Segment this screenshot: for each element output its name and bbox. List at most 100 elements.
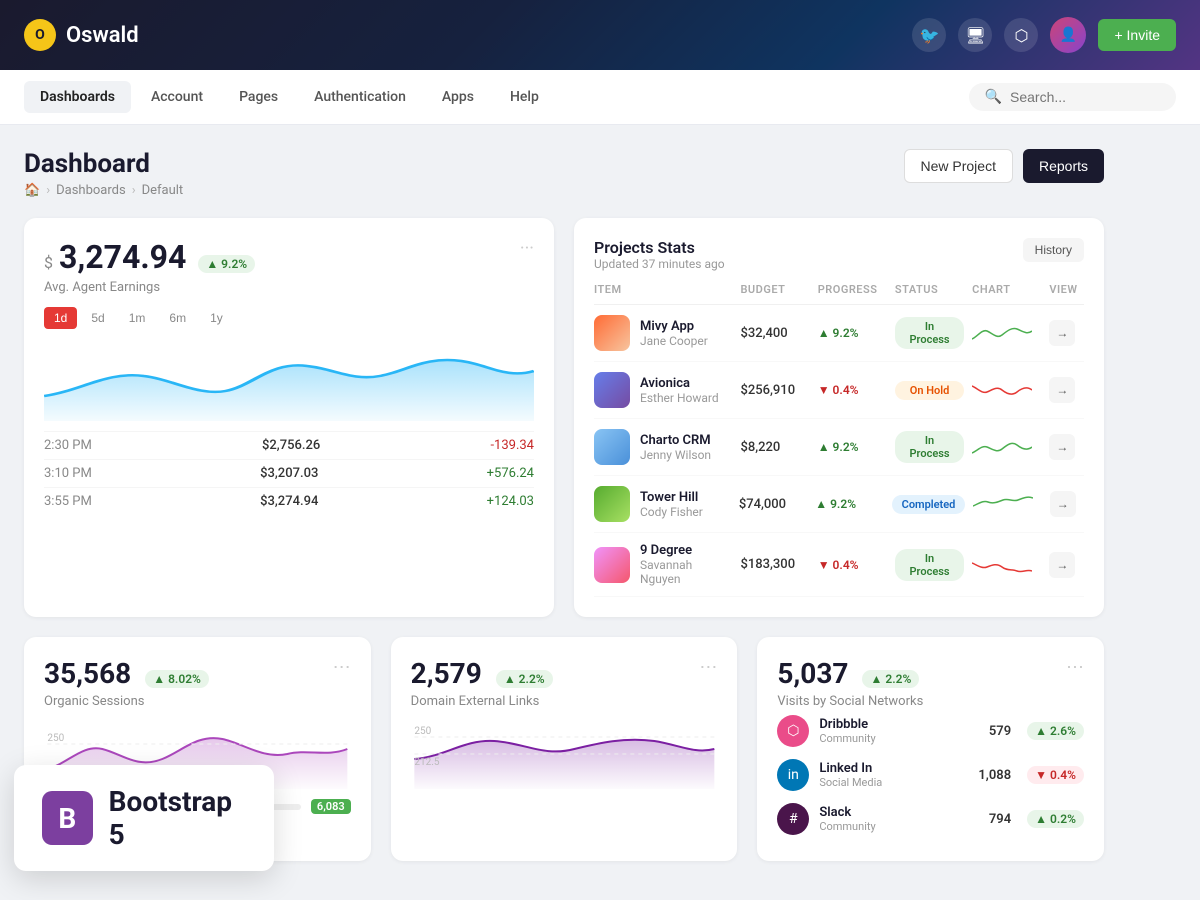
project-item-5: 9 Degree Savannah Nguyen [594,543,732,586]
search-icon: 🔍 [985,89,1002,105]
linkedin-text: Linked In Social Media [819,761,882,789]
dribbble-text: Dribbble Community [819,717,875,745]
avatar[interactable]: 👤 [1050,17,1086,53]
project-item-3: Charto CRM Jenny Wilson [594,429,732,465]
slack-stats: 794 ▲ 0.2% [989,810,1084,828]
linkedin-change: ▼ 0.4% [1027,766,1084,784]
nav-authentication[interactable]: Authentication [298,81,422,113]
row1-change: -139.34 [490,438,534,453]
nav-apps[interactable]: Apps [426,81,490,113]
earnings-change-badge: ▲ 9.2% [198,255,255,273]
subnav: Dashboards Account Pages Authentication … [0,70,1200,125]
project-info-1: Mivy App Jane Cooper [640,319,708,348]
linkedin-type: Social Media [819,776,882,789]
invite-button[interactable]: + Invite [1098,19,1176,51]
domain-links-badge: ▲ 2.2% [496,670,553,688]
earnings-card: $ 3,274.94 ▲ 9.2% Avg. Agent Earnings ··… [24,218,554,617]
earnings-amount: 3,274.94 [59,238,186,276]
project-budget-2: $256,910 [740,383,809,398]
slack-change: ▲ 0.2% [1027,810,1084,828]
domain-links-amount-row: 2,579 ▲ 2.2% [411,657,553,690]
earnings-value-block: $ 3,274.94 ▲ 9.2% Avg. Agent Earnings [44,238,255,295]
search-box[interactable]: 🔍 [969,83,1176,111]
project-view-btn-5[interactable]: → [1049,552,1075,578]
project-info-2: Avionica Esther Howard [640,376,719,405]
social-networks-header: 5,037 ▲ 2.2% Visits by Social Networks ⋯ [777,657,1084,709]
nav-dashboards[interactable]: Dashboards [24,81,131,113]
more-options-icon[interactable]: ··· [520,238,534,259]
social-networks-badge: ▲ 2.2% [862,670,919,688]
time-1m-button[interactable]: 1m [119,307,156,329]
project-row-2: Avionica Esther Howard $256,910 ▼ 0.4% O… [594,362,1084,419]
new-project-button[interactable]: New Project [904,149,1013,183]
project-progress-2: ▼ 0.4% [818,383,887,397]
social-info-linkedin: in Linked In Social Media [777,759,882,791]
domain-more-icon[interactable]: ⋯ [699,657,717,678]
search-input[interactable] [1010,89,1160,105]
social-networks-value: 5,037 [777,657,848,690]
social-networks-value-block: 5,037 ▲ 2.2% Visits by Social Networks [777,657,923,709]
domain-links-chart: 250 212.5 [411,719,718,789]
data-row-3: 3:55 PM $3,274.94 +124.03 [44,487,534,515]
project-view-btn-1[interactable]: → [1049,320,1075,346]
share-icon[interactable]: ⬡ [1004,18,1038,52]
svg-text:250: 250 [47,733,64,744]
nav-account[interactable]: Account [135,81,219,113]
monitor-icon[interactable]: 🖥 [958,18,992,52]
breadcrumb-dashboards[interactable]: Dashboards [56,183,126,198]
project-name-5: 9 Degree [640,543,732,558]
time-1y-button[interactable]: 1y [200,307,233,329]
shield-icon[interactable]: 🐦 [912,18,946,52]
project-name-3: Charto CRM [640,433,711,448]
project-status-2: On Hold [895,381,964,400]
domain-links-card: 2,579 ▲ 2.2% Domain External Links ⋯ [391,637,738,861]
project-person-3: Jenny Wilson [640,448,711,462]
time-1d-button[interactable]: 1d [44,307,77,329]
nav-help[interactable]: Help [494,81,555,113]
project-person-1: Jane Cooper [640,334,708,348]
social-items-list: ⬡ Dribbble Community 579 ▲ 2.6% [777,709,1084,841]
page-header: Dashboard 🏠 › Dashboards › Default New P… [24,149,1104,198]
project-budget-3: $8,220 [740,440,809,455]
social-networks-label: Visits by Social Networks [777,694,923,709]
mini-chart-1 [972,321,1041,345]
page-actions: New Project Reports [904,149,1105,183]
social-networks-amount-row: 5,037 ▲ 2.2% [777,657,923,690]
project-info-4: Tower Hill Cody Fisher [640,490,703,519]
reports-button[interactable]: Reports [1023,149,1104,183]
earnings-label: Avg. Agent Earnings [44,280,255,295]
organic-more-icon[interactable]: ⋯ [333,657,351,678]
row3-amount: $3,274.94 [260,494,318,509]
project-view-btn-2[interactable]: → [1049,377,1075,403]
data-row-1: 2:30 PM $2,756.26 -139.34 [44,431,534,459]
project-person-2: Esther Howard [640,391,719,405]
topbar-right: 🐦 🖥 ⬡ 👤 + Invite [912,17,1176,53]
project-avatar-5 [594,547,630,583]
project-row-3: Charto CRM Jenny Wilson $8,220 ▲ 9.2% In… [594,419,1084,476]
project-avatar-2 [594,372,630,408]
dribbble-icon: ⬡ [777,715,809,747]
slack-text: Slack Community [819,805,875,833]
breadcrumb-home-icon: 🏠 [24,183,40,198]
breadcrumb-default[interactable]: Default [142,183,184,198]
breadcrumb: 🏠 › Dashboards › Default [24,183,183,198]
history-button[interactable]: History [1023,238,1084,262]
project-avatar-3 [594,429,630,465]
projects-title: Projects Stats [594,238,725,257]
row1-time: 2:30 PM [44,438,92,453]
nav-pages[interactable]: Pages [223,81,294,113]
th-chart: CHART [972,283,1041,296]
th-budget: BUDGET [740,283,809,296]
social-more-icon[interactable]: ⋯ [1066,657,1084,678]
project-person-4: Cody Fisher [640,505,703,519]
project-status-4: Completed [892,495,966,514]
row3-time: 3:55 PM [44,494,92,509]
time-6m-button[interactable]: 6m [159,307,196,329]
social-item-dribbble: ⬡ Dribbble Community 579 ▲ 2.6% [777,709,1084,753]
time-5d-button[interactable]: 5d [81,307,114,329]
th-view: VIEW [1049,283,1084,296]
project-view-btn-4[interactable]: → [1050,491,1076,517]
organic-sessions-amount-row: 35,568 ▲ 8.02% [44,657,209,690]
project-view-btn-3[interactable]: → [1049,434,1075,460]
avatar-image: 👤 [1050,17,1086,53]
